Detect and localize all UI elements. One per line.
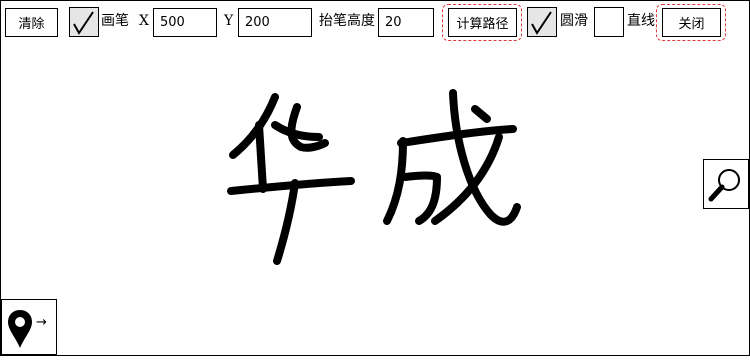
- drawing-canvas[interactable]: [1, 45, 749, 355]
- stroke: [255, 121, 267, 193]
- clear-button[interactable]: 清除: [5, 8, 58, 37]
- y-input[interactable]: 200: [238, 8, 312, 37]
- checkmark-icon: [73, 11, 94, 35]
- pen-checkbox[interactable]: [69, 7, 99, 37]
- stroke: [271, 121, 323, 141]
- x-input[interactable]: 500: [153, 8, 217, 37]
- stroke: [273, 179, 299, 265]
- handwritten-text: [227, 89, 521, 265]
- line-checkbox[interactable]: [594, 7, 624, 37]
- pen-label: 画笔: [101, 13, 129, 29]
- x-label: X: [139, 13, 149, 29]
- close-button[interactable]: 关闭: [662, 8, 721, 37]
- pen-height-input[interactable]: 20: [378, 8, 434, 37]
- line-label: 直线: [627, 13, 655, 29]
- compute-path-button[interactable]: 计算路径: [448, 8, 517, 37]
- stroke: [471, 105, 491, 123]
- stroke: [401, 171, 441, 225]
- zoom-button[interactable]: [703, 159, 749, 209]
- map-pin-icon: [8, 310, 32, 348]
- y-label: Y: [224, 13, 234, 29]
- location-button[interactable]: →: [1, 299, 57, 355]
- stroke: [287, 103, 329, 152]
- app-window: 清除 画笔 X 500 Y 200 抬笔高度 20 计算路径 圆滑 直线 关闭: [0, 0, 750, 356]
- pen-height-label: 抬笔高度: [319, 13, 375, 29]
- arrow-right-icon: →: [36, 315, 47, 330]
- checkmark-icon: [531, 11, 552, 35]
- smooth-label: 圆滑: [560, 13, 588, 29]
- stroke: [229, 93, 279, 159]
- smooth-checkbox[interactable]: [527, 7, 557, 37]
- magnifier-icon: [708, 169, 740, 202]
- stroke: [383, 137, 407, 225]
